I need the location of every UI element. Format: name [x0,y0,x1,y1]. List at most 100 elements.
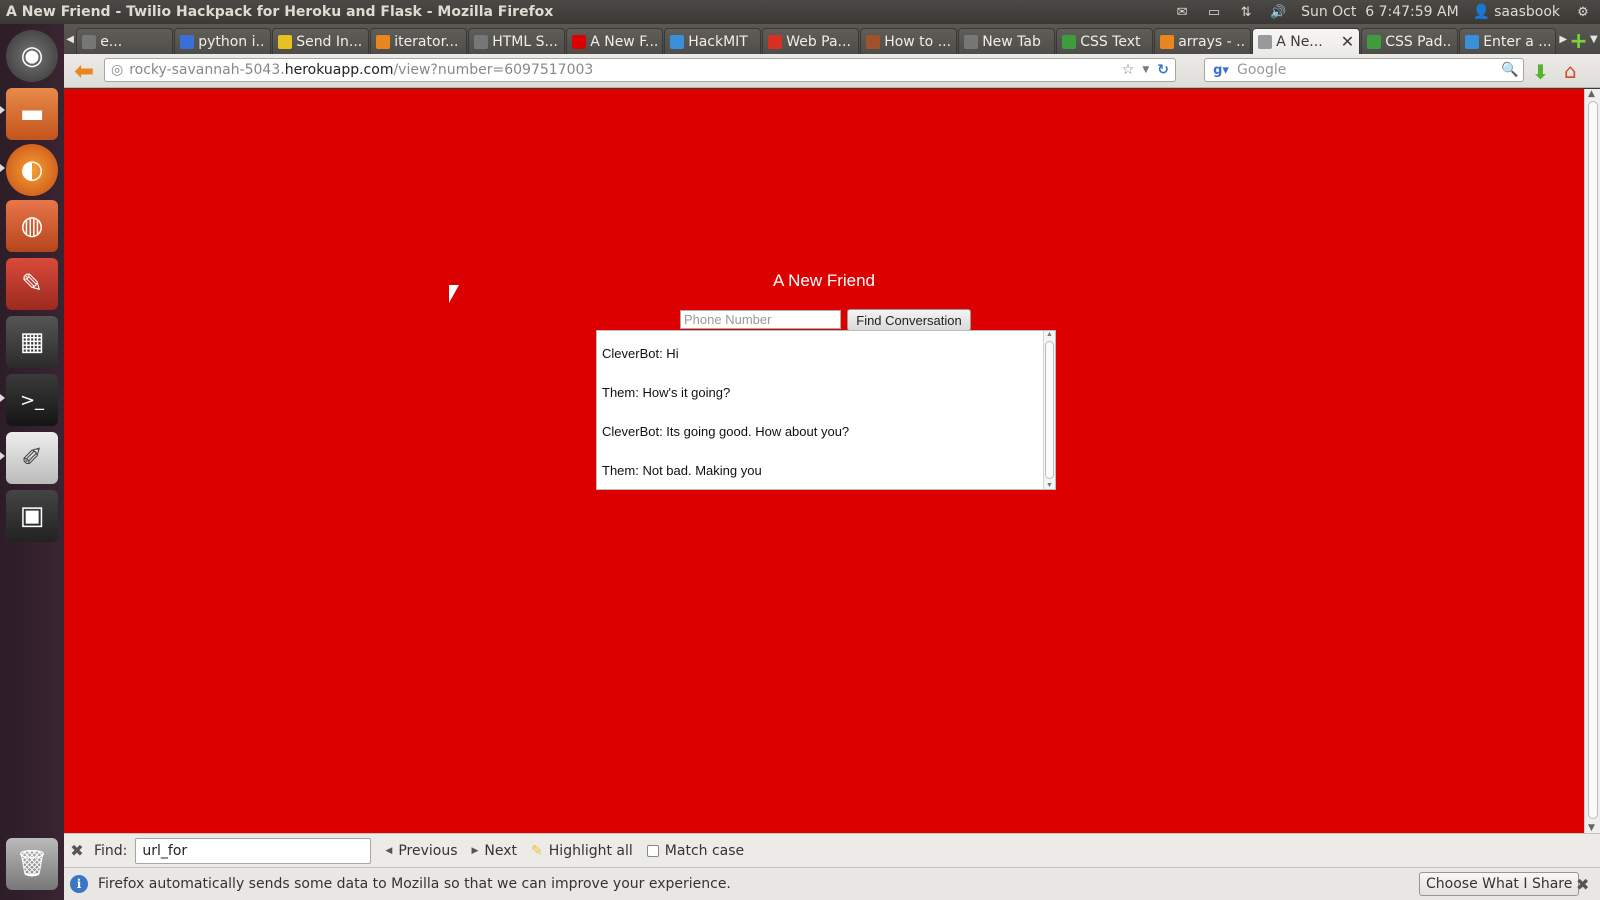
software-center-icon[interactable]: ◍ [6,200,58,252]
tab-1[interactable]: python i... [174,28,272,54]
tab-label: Enter a ... [1483,33,1551,50]
search-bar[interactable]: g▾ Google 🔍 [1204,58,1524,82]
bookmark-star-icon[interactable]: ☆ [1122,62,1135,78]
scroll-down-icon[interactable]: ▼ [1046,482,1053,489]
find-bar: ✖ Find: ◀ Previous ▶ Next ✎ Highlight al… [64,833,1600,867]
loading-icon [1258,34,1273,49]
search-engine-icon[interactable]: g▾ [1205,59,1237,81]
tab-scroll-left-icon[interactable]: ◀ [64,24,76,54]
tab-9[interactable]: New Tab [958,28,1056,54]
system-settings-icon[interactable]: ✎ [6,258,58,310]
close-find-bar-icon[interactable]: ✖ [64,841,90,860]
page-scroll-thumb[interactable] [1588,101,1598,819]
tab-label: CSS Pad... [1385,33,1453,50]
close-notification-icon[interactable]: ✖ [1576,875,1589,894]
tab-11[interactable]: arrays - ... [1154,28,1252,54]
find-conversation-button[interactable]: Find Conversation [847,309,971,331]
tab-label: iterator... [394,33,459,50]
conversation-box[interactable]: CleverBot: Hi Them: How's it going? Clev… [596,330,1056,490]
scroll-up-icon[interactable]: ▲ [1046,331,1053,338]
mail-icon[interactable]: ✉ [1173,5,1191,20]
tab-13[interactable]: CSS Pad... [1361,28,1459,54]
user-icon: 👤 [1472,4,1491,20]
conversation-scrollbar[interactable]: ▲ ▼ [1043,331,1055,489]
highlight-all-label: Highlight all [548,842,633,859]
tab-label: HTML S... [492,33,558,50]
clock[interactable]: Sun Oct 6 7:47:59 AM [1301,4,1459,20]
scroll-down-icon[interactable]: ▼ [1588,823,1595,833]
conversation-scroll-thumb[interactable] [1045,341,1054,479]
mouse-pointer-icon [447,283,459,304]
tabs-list: e... python i... Send In... iterator... HTML… [76,28,1557,54]
workspace-switcher-icon[interactable]: ▣ [6,490,58,542]
home-icon[interactable]: ⌂ [1564,59,1577,83]
tab-7[interactable]: Web Pa... [762,28,860,54]
conversation-line: Them: How's it going? [602,385,731,400]
tab-10[interactable]: CSS Text [1056,28,1154,54]
highlight-all-button[interactable]: ✎ Highlight all [531,843,633,859]
new-tab-button[interactable]: + [1569,29,1587,54]
page-content: A New Friend Find Conversation CleverBot… [64,89,1584,833]
scroll-up-icon[interactable]: ▲ [1588,89,1595,99]
system-tray: ✉ ▭ ⇅ 🔊 Sun Oct 6 7:47:59 AM 👤 saasbook … [1173,4,1600,20]
battery-icon[interactable]: ▭ [1205,5,1223,20]
tab-list-chevron-icon[interactable]: ▼ [1588,24,1600,54]
tab-3[interactable]: iterator... [370,28,468,54]
chrome-icon [670,34,685,49]
blank-page-icon [474,34,489,49]
url-bar[interactable]: ◎ rocky-savannah-5043. herokuapp.com /vi… [104,58,1176,82]
downloads-icon[interactable]: ⬇ [1532,60,1549,84]
url-host: herokuapp.com [284,62,394,78]
calculator-icon[interactable]: ▦ [6,316,58,368]
volume-icon[interactable]: 🔊 [1269,5,1287,20]
tab-5[interactable]: A New F... [566,28,664,54]
tab-scroll-right-icon[interactable]: ▶ [1557,24,1569,54]
reload-icon[interactable]: ↻ [1157,62,1169,78]
match-case-checkbox[interactable]: Match case [646,843,744,859]
phone-number-input[interactable] [680,310,841,329]
tab-0[interactable]: e... [76,28,174,54]
bug-icon [866,34,881,49]
tab-label: Send In... [296,33,363,50]
files-icon[interactable]: ▬ [6,88,58,140]
gear-icon[interactable]: ⚙ [1574,5,1592,20]
tab-12[interactable]: A Ne... ✕ [1252,28,1361,54]
page-scrollbar[interactable]: ▲ ▼ [1584,89,1600,833]
tab-8[interactable]: How to ... [860,28,958,54]
find-next-button[interactable]: ▶ Next [472,843,518,859]
search-icon[interactable]: 🔍 [1501,62,1523,78]
w3-icon [1367,34,1382,49]
tab-label: python i... [198,33,266,50]
page-title: A New Friend [772,271,876,290]
tab-label: Web Pa... [786,33,851,50]
navigation-bar: ⬅ ◎ rocky-savannah-5043. herokuapp.com /… [64,54,1600,88]
back-button[interactable]: ⬅ [64,55,104,87]
conversation-line: CleverBot: Its going good. How about you… [602,424,850,439]
network-icon[interactable]: ⇅ [1237,5,1255,20]
terminal-icon[interactable]: >_ [6,374,58,426]
close-tab-icon[interactable]: ✕ [1341,32,1354,51]
history-dropdown-icon[interactable]: ▼ [1142,65,1149,75]
site-identity-icon[interactable]: ◎ [111,62,123,78]
tab-14[interactable]: Enter a ... [1459,28,1557,54]
highlighter-icon: ✎ [531,842,543,859]
trash-icon[interactable]: 🗑 [6,838,58,890]
find-label: Find: [94,842,128,859]
launcher-pip [0,164,5,172]
text-editor-icon[interactable]: ✐ [6,432,58,484]
choose-what-i-share-button[interactable]: Choose What I Share [1419,872,1580,896]
blank-page-icon [964,34,979,49]
url-path: /view?number=6097517003 [393,62,594,78]
top-panel: A New Friend - Twilio Hackpack for Herok… [0,0,1600,24]
tab-6[interactable]: HackMIT [664,28,762,54]
firefox-icon[interactable]: ◐ [6,144,58,196]
tab-2[interactable]: Send In... [272,28,370,54]
tab-label: A New F... [590,33,658,50]
find-input[interactable] [135,837,372,864]
user-menu[interactable]: 👤 saasbook [1473,4,1560,20]
checkbox-icon[interactable] [646,844,659,857]
tab-4[interactable]: HTML S... [468,28,566,54]
dash-home-icon[interactable]: ◉ [6,30,58,82]
find-previous-button[interactable]: ◀ Previous [385,843,457,859]
find-next-label: Next [484,842,518,859]
